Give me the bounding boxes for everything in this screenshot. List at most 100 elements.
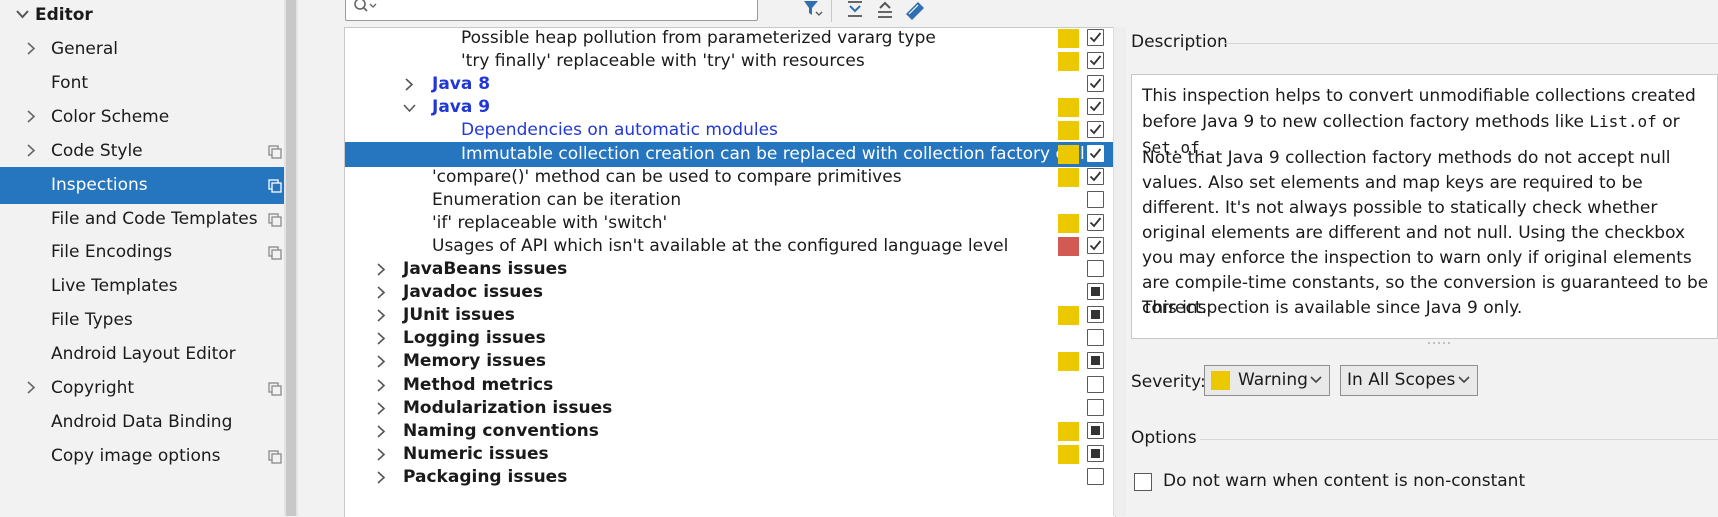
tree-row-label: Modularization issues: [403, 397, 613, 418]
chevron-right-icon[interactable]: [377, 309, 386, 322]
tree-row[interactable]: Method metrics: [345, 373, 1115, 398]
sidebar-item-file-encodings[interactable]: File Encodings: [0, 234, 284, 271]
tree-row-label: Packaging issues: [403, 466, 568, 487]
chevron-right-icon[interactable]: [377, 378, 386, 392]
description-panel[interactable]: This inspection helps to convert unmodif…: [1131, 74, 1718, 339]
tree-row[interactable]: Modularization issues: [345, 396, 1115, 421]
inspection-enabled-checkbox[interactable]: [1087, 98, 1104, 116]
tree-scrollbar[interactable]: [1113, 27, 1126, 516]
sidebar-group-editor[interactable]: Editor: [0, 0, 284, 33]
tree-row[interactable]: 'if' replaceable with 'switch': [345, 211, 1115, 236]
checkmark-icon: [1089, 217, 1102, 228]
chevron-right-icon[interactable]: [405, 78, 414, 91]
reset-icon: [906, 2, 924, 20]
inspection-enabled-checkbox[interactable]: [1087, 121, 1104, 139]
tree-row[interactable]: 'compare()' method can be used to compar…: [345, 165, 1115, 190]
chevron-right-icon[interactable]: [377, 425, 386, 438]
sidebar-item-file-types[interactable]: File Types: [0, 302, 284, 339]
tree-row[interactable]: Enumeration can be iteration: [345, 188, 1115, 213]
sidebar-item-android-data-binding[interactable]: Android Data Binding: [0, 404, 284, 441]
inspection-enabled-checkbox[interactable]: [1087, 52, 1104, 70]
tree-row-label: Dependencies on automatic modules: [461, 120, 778, 141]
tree-row-label: Java 8: [432, 74, 491, 95]
chevron-down-icon: [1458, 376, 1470, 384]
chevron-right-icon[interactable]: [377, 263, 386, 276]
inspection-enabled-checkbox[interactable]: [1087, 398, 1104, 416]
checkmark-icon: [1089, 32, 1102, 43]
inspection-enabled-checkbox[interactable]: [1087, 75, 1104, 93]
inspection-enabled-checkbox[interactable]: [1087, 190, 1104, 208]
tree-row-label: JavaBeans issues: [403, 259, 568, 279]
collapse-all-icon: [878, 1, 892, 18]
inspection-enabled-checkbox[interactable]: [1087, 236, 1104, 254]
sidebar-item-code-style[interactable]: Code Style: [0, 133, 284, 170]
non-constant-checkbox-label[interactable]: Do not warn when content is non-constant: [1163, 471, 1525, 491]
warning-severity-swatch: [1058, 421, 1079, 441]
sidebar-item-color-scheme[interactable]: Color Scheme: [0, 99, 284, 136]
inspection-enabled-checkbox[interactable]: [1087, 421, 1104, 439]
inspection-enabled-checkbox[interactable]: [1087, 283, 1104, 301]
sidebar-item-label: Font: [51, 72, 89, 93]
sidebar-item-copyright[interactable]: Copyright: [0, 370, 284, 407]
sidebar-scrollbar-thumb[interactable]: [286, 0, 296, 516]
chevron-down-icon: [16, 10, 29, 19]
inspection-enabled-checkbox[interactable]: [1087, 352, 1104, 370]
search-input[interactable]: [345, 0, 758, 21]
non-constant-checkbox[interactable]: [1134, 473, 1152, 491]
tree-row[interactable]: Java 9: [345, 95, 1115, 120]
inspection-enabled-checkbox[interactable]: [1087, 467, 1104, 485]
chevron-right-icon[interactable]: [377, 332, 386, 345]
tree-row[interactable]: JavaBeans issues: [345, 257, 1115, 282]
tree-row[interactable]: 'try finally' replaceable with 'try' wit…: [345, 49, 1115, 74]
splitter-handle[interactable]: [1426, 340, 1452, 346]
severity-dropdown[interactable]: Warning: [1204, 365, 1330, 396]
inspection-enabled-checkbox[interactable]: [1087, 329, 1104, 347]
chevron-right-icon[interactable]: [377, 402, 386, 415]
partial-check-icon: [1091, 310, 1100, 320]
tree-row[interactable]: Memory issues: [345, 349, 1115, 374]
chevron-right-icon[interactable]: [377, 286, 386, 299]
description-paragraph-2: Note that Java 9 collection factory meth…: [1142, 148, 1709, 318]
tree-row[interactable]: Logging issues: [345, 326, 1115, 351]
inspection-enabled-checkbox[interactable]: [1087, 29, 1104, 46]
expand-all-button[interactable]: [844, 0, 866, 20]
inspection-enabled-checkbox[interactable]: [1087, 167, 1104, 185]
inspection-enabled-checkbox[interactable]: [1087, 213, 1104, 231]
sidebar-item-font[interactable]: Font: [0, 65, 284, 102]
reset-button[interactable]: [904, 0, 926, 20]
options-divider: [1200, 439, 1718, 440]
tree-row[interactable]: Java 8: [345, 72, 1115, 97]
sidebar-item-inspections[interactable]: Inspections: [0, 166, 298, 204]
tree-row[interactable]: Numeric issues: [345, 442, 1115, 467]
scope-dropdown[interactable]: In All Scopes: [1340, 365, 1478, 396]
sidebar-item-live-templates[interactable]: Live Templates: [0, 268, 284, 305]
inspection-enabled-checkbox[interactable]: [1087, 444, 1104, 462]
sidebar-item-label: Copy image options: [51, 445, 221, 466]
tree-row[interactable]: Usages of API which isn't available at t…: [345, 234, 1115, 259]
sidebar-item-file-and-code-templates[interactable]: File and Code Templates: [0, 201, 284, 238]
sidebar-item-copy-image-options[interactable]: Copy image options: [0, 438, 284, 475]
chevron-right-icon[interactable]: [377, 448, 386, 461]
tree-row[interactable]: Naming conventions: [345, 419, 1115, 444]
inspection-enabled-checkbox[interactable]: [1087, 375, 1104, 393]
tree-row[interactable]: Immutable collection creation can be rep…: [345, 141, 1115, 167]
tree-row[interactable]: Dependencies on automatic modules: [345, 118, 1115, 143]
tree-row[interactable]: Possible heap pollution from parameteriz…: [345, 28, 1115, 51]
chevron-down-icon[interactable]: [403, 104, 416, 113]
tree-row-label: Java 9: [432, 97, 491, 118]
tree-row-label: Javadoc issues: [403, 282, 544, 303]
inspection-enabled-checkbox[interactable]: [1087, 144, 1104, 162]
inspection-enabled-checkbox[interactable]: [1087, 260, 1104, 277]
chevron-right-icon[interactable]: [377, 471, 386, 484]
collapse-all-button[interactable]: [874, 0, 896, 20]
inspection-enabled-checkbox[interactable]: [1087, 306, 1104, 324]
chevron-right-icon[interactable]: [377, 355, 386, 368]
tree-row[interactable]: Javadoc issues: [345, 280, 1115, 305]
sidebar-item-android-layout-editor[interactable]: Android Layout Editor: [0, 336, 284, 373]
checkmark-icon: [1089, 171, 1102, 181]
partial-check-icon: [1091, 425, 1100, 435]
tree-row[interactable]: Packaging issues: [345, 465, 1115, 490]
tree-row[interactable]: JUnit issues: [345, 303, 1115, 328]
sidebar-item-general[interactable]: General: [0, 31, 284, 68]
filter-button[interactable]: [802, 0, 824, 20]
